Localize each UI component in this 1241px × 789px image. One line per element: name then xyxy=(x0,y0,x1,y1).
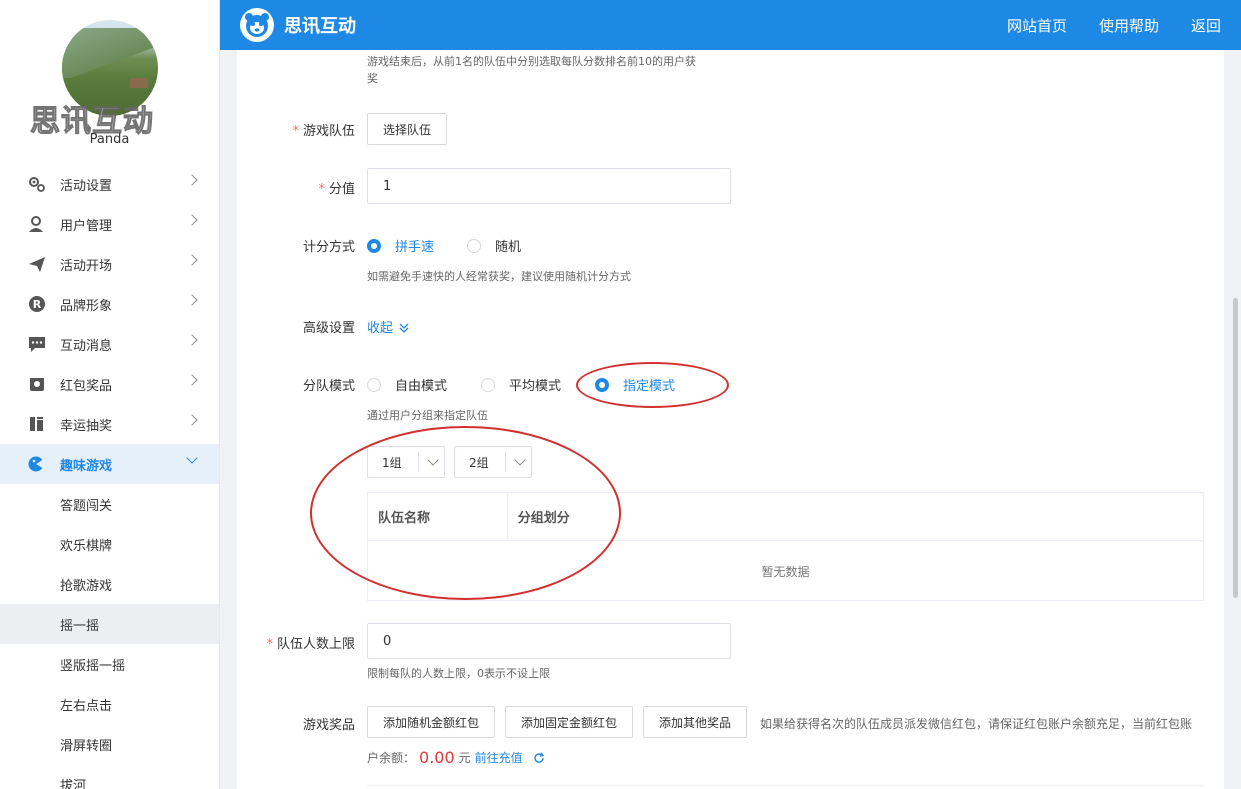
sidebar-item-red-packet[interactable]: 红包奖品 xyxy=(0,364,219,404)
gift-icon xyxy=(28,375,46,393)
sidebar: 思讯互动 Panda 活动设置 用户管理 活动开场 R 品牌形象 互动消息 红包… xyxy=(0,0,220,789)
chevron-right-icon xyxy=(186,334,198,346)
balance-value: 0.00 xyxy=(419,748,455,767)
next-table-edge xyxy=(367,785,1204,789)
sidebar-item-label: 幸运抽奖 xyxy=(60,418,113,434)
sidebar-item-user-management[interactable]: 用户管理 xyxy=(0,204,219,244)
top-links: 网站首页 使用帮助 返回 xyxy=(975,15,1221,36)
home-link[interactable]: 网站首页 xyxy=(1007,15,1067,36)
sidebar-menu: 活动设置 用户管理 活动开场 R 品牌形象 互动消息 红包奖品 幸运抽奖 趣味游… xyxy=(0,164,219,789)
chevron-right-icon xyxy=(186,214,198,226)
sidebar-item-label: 红包奖品 xyxy=(60,378,113,394)
limit-label: * 队伍人数上限 xyxy=(266,637,355,652)
scoring-hint: 如需避免手速快的人经常获奖，建议使用随机计分方式 xyxy=(367,270,631,283)
submenu-item-quiz[interactable]: 答题闯关 xyxy=(0,484,219,524)
help-link[interactable]: 使用帮助 xyxy=(1099,15,1159,36)
refresh-icon[interactable] xyxy=(533,752,545,764)
sidebar-item-activity-opening[interactable]: 活动开场 xyxy=(0,244,219,284)
registered-icon: R xyxy=(28,295,46,313)
group-mode-radio-average[interactable]: 平均模式 xyxy=(481,375,561,394)
user-icon xyxy=(28,215,46,233)
top-hint: 游戏结束后，从前1名的队伍中分别选取每队分数排名前10的用户获 奖 xyxy=(367,55,696,85)
sidebar-item-messages[interactable]: 互动消息 xyxy=(0,324,219,364)
score-label: * 分值 xyxy=(318,182,355,197)
sidebar-item-label: 品牌形象 xyxy=(60,298,113,314)
prize-hint: 如果给获得名次的队伍成员派发微信红包，请保证红包账户余额充足，当前红包账 xyxy=(760,717,1193,731)
scoring-radio-random[interactable]: 随机 xyxy=(467,236,521,255)
gamepad-icon xyxy=(28,455,46,473)
top-bar: 思讯互动 网站首页 使用帮助 返回 xyxy=(220,0,1241,50)
sidebar-item-label: 活动设置 xyxy=(60,178,113,194)
recharge-link[interactable]: 前往充值 xyxy=(475,749,523,766)
sidebar-item-games[interactable]: 趣味游戏 xyxy=(0,444,219,484)
sidebar-item-activity-settings[interactable]: 活动设置 xyxy=(0,164,219,204)
main-content: 游戏结束后，从前1名的队伍中分别选取每队分数排名前10的用户获 奖 * 游戏队伍 … xyxy=(237,50,1224,789)
lottery-icon xyxy=(28,415,46,433)
chevron-right-icon xyxy=(186,294,198,306)
prize-label: 游戏奖品 xyxy=(302,718,355,733)
gears-icon xyxy=(28,175,46,193)
chevron-right-icon xyxy=(186,254,198,266)
sidebar-item-label: 趣味游戏 xyxy=(60,458,113,474)
chevron-right-icon xyxy=(186,414,198,426)
sidebar-item-brand[interactable]: R 品牌形象 xyxy=(0,284,219,324)
chat-icon xyxy=(28,335,46,353)
score-input[interactable]: 1 xyxy=(367,168,731,204)
scrollbar[interactable] xyxy=(1233,298,1238,598)
add-fixed-red-packet-button[interactable]: 添加固定金额红包 xyxy=(505,706,633,738)
username: Panda xyxy=(89,132,130,147)
brand-logo-icon[interactable] xyxy=(240,8,274,42)
back-link[interactable]: 返回 xyxy=(1191,15,1221,36)
limit-hint: 限制每队的人数上限，0表示不设上限 xyxy=(367,667,550,680)
paper-plane-icon xyxy=(28,255,46,273)
advanced-toggle[interactable]: 收起 xyxy=(367,317,409,336)
submenu-item-song[interactable]: 抢歌游戏 xyxy=(0,564,219,604)
group-mode-label: 分队模式 xyxy=(302,379,355,394)
group-mode-radio-free[interactable]: 自由模式 xyxy=(367,375,447,394)
scoring-label: 计分方式 xyxy=(302,240,355,255)
balance-row: 户余额： 0.00 元 前往充值 xyxy=(367,748,545,767)
svg-text:R: R xyxy=(33,298,42,311)
annotation-ellipse xyxy=(310,426,621,600)
add-random-red-packet-button[interactable]: 添加随机金额红包 xyxy=(367,706,495,738)
chevron-double-down-icon xyxy=(399,322,409,333)
group-mode-hint: 通过用户分组来指定队伍 xyxy=(367,409,488,422)
chevron-right-icon xyxy=(186,374,198,386)
add-other-prize-button[interactable]: 添加其他奖品 xyxy=(643,706,747,738)
brand-name: 思讯互动 xyxy=(284,16,356,37)
submenu-item-swipe-circle[interactable]: 滑屏转圈 xyxy=(0,724,219,764)
submenu-item-cards[interactable]: 欢乐棋牌 xyxy=(0,524,219,564)
sidebar-item-label: 用户管理 xyxy=(60,218,113,234)
select-team-button[interactable]: 选择队伍 xyxy=(367,113,447,145)
chevron-right-icon xyxy=(186,174,198,186)
team-label: * 游戏队伍 xyxy=(292,124,355,139)
sidebar-item-label: 活动开场 xyxy=(60,258,113,274)
sidebar-item-lottery[interactable]: 幸运抽奖 xyxy=(0,404,219,444)
submenu-item-tug-of-war[interactable]: 拔河 xyxy=(0,764,219,789)
submenu-item-left-right-tap[interactable]: 左右点击 xyxy=(0,684,219,724)
limit-input[interactable]: 0 xyxy=(367,623,731,659)
chevron-down-icon xyxy=(186,452,198,464)
submenu-item-shake[interactable]: 摇一摇 xyxy=(0,604,219,644)
advanced-label: 高级设置 xyxy=(302,321,355,336)
profile: 思讯互动 Panda xyxy=(0,0,219,160)
scoring-radio-speed[interactable]: 拼手速 xyxy=(367,236,434,255)
annotation-ellipse xyxy=(576,362,729,408)
sidebar-item-label: 互动消息 xyxy=(60,338,113,354)
submenu-item-vertical-shake[interactable]: 竖版摇一摇 xyxy=(0,644,219,684)
